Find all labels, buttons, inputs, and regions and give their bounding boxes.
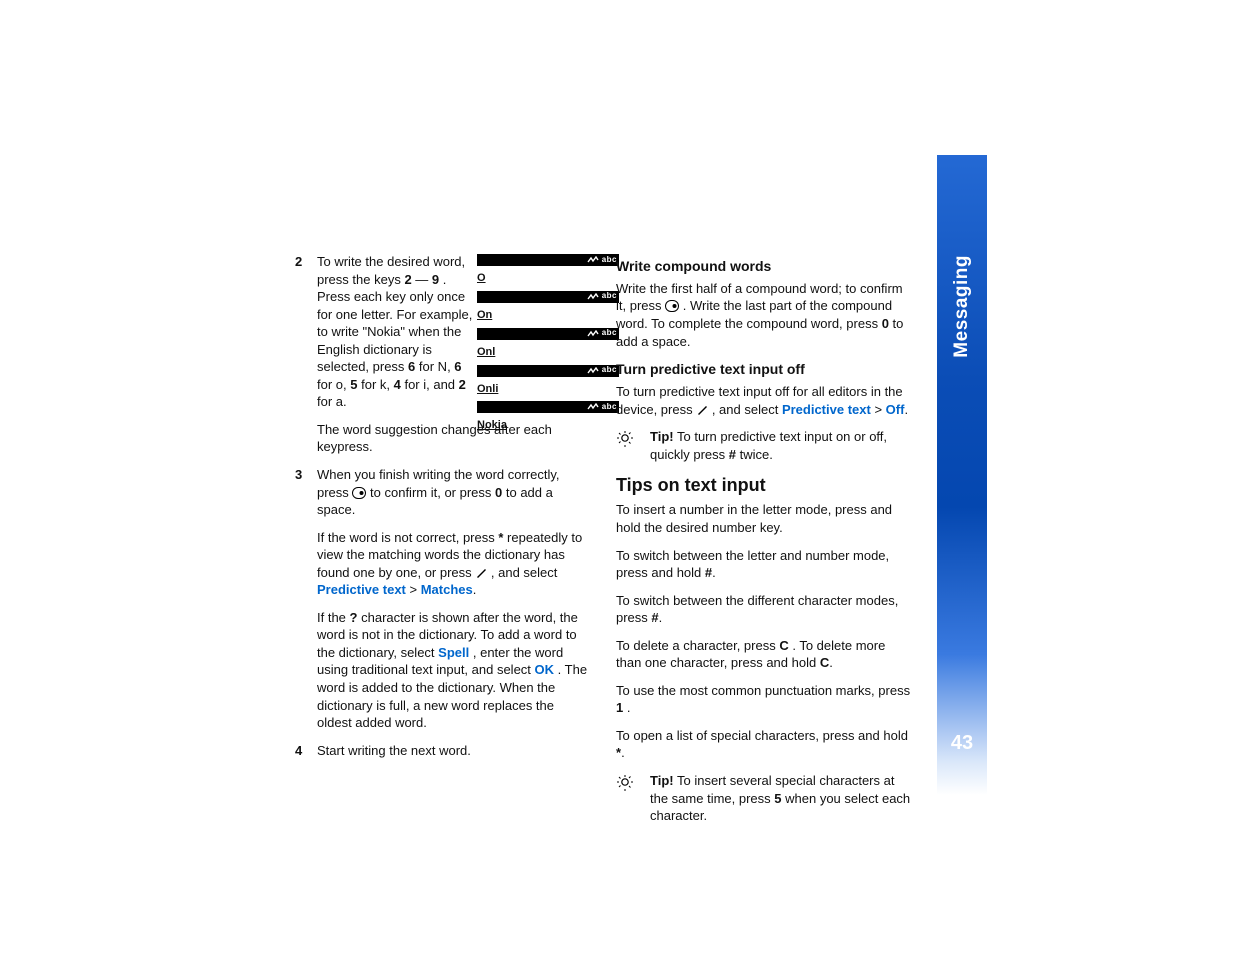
text: for i, and	[401, 377, 459, 392]
key-clear: C	[820, 655, 829, 670]
text: .	[904, 402, 908, 417]
step-3: 3 When you finish writing the word corre…	[295, 466, 590, 732]
key-hash: #	[729, 447, 736, 462]
text: twice.	[740, 447, 773, 462]
text: If the word is not correct, press	[317, 530, 498, 545]
step-3c: If the ? character is shown after the wo…	[317, 609, 590, 732]
text: to confirm it, or press	[370, 485, 495, 500]
text: —	[412, 272, 432, 287]
step-4-text: Start writing the next word.	[317, 743, 471, 758]
tip-text: Tip! To insert several special character…	[650, 772, 911, 825]
text: To use the most common punctuation marks…	[616, 683, 910, 698]
key-9: 9	[432, 272, 439, 287]
text: >	[874, 402, 885, 417]
pen-icon	[475, 567, 487, 579]
text: .	[621, 745, 625, 760]
key-6: 6	[454, 359, 461, 374]
step-4: 4 Start writing the next word.	[295, 742, 590, 760]
key-0: 0	[882, 316, 889, 331]
text: To switch between the letter and number …	[616, 548, 889, 581]
tip-para: To switch between the different characte…	[616, 592, 911, 627]
page-number: 43	[937, 730, 987, 757]
step-2-body: To write the desired word, press the key…	[317, 253, 475, 411]
scroll-right-icon	[665, 300, 679, 312]
pen-icon	[696, 404, 708, 416]
key-2: 2	[404, 272, 411, 287]
step-list: 2 To write the desired word, press the k…	[295, 253, 590, 759]
body-columns: 2 To write the desired word, press the k…	[295, 253, 911, 833]
tip-para: To delete a character, press C . To dele…	[616, 637, 911, 672]
text: for N,	[415, 359, 454, 374]
step-3b: If the word is not correct, press * repe…	[317, 529, 590, 599]
text: To open a list of special characters, pr…	[616, 728, 908, 743]
left-column: 2 To write the desired word, press the k…	[295, 253, 590, 833]
tip-para: To switch between the letter and number …	[616, 547, 911, 582]
key-4: 4	[394, 377, 401, 392]
text: >	[410, 582, 421, 597]
link-ok: OK	[535, 662, 555, 677]
tip-text: Tip! To turn predictive text input on or…	[650, 428, 911, 463]
link-matches: Matches	[421, 582, 473, 597]
text: for o,	[317, 377, 350, 392]
scroll-right-icon	[352, 487, 366, 499]
text: If the	[317, 610, 350, 625]
key-star: *	[498, 530, 503, 545]
text: , and select	[712, 402, 782, 417]
section-title: Messaging	[949, 255, 975, 358]
tip-label: Tip!	[650, 429, 674, 444]
tip-label: Tip!	[650, 773, 674, 788]
key-clear: C	[779, 638, 788, 653]
heading-predictive-off: Turn predictive text input off	[616, 360, 911, 379]
tip-block: Tip! To insert several special character…	[616, 772, 911, 825]
step-number: 4	[295, 742, 302, 760]
predictive-off-text: To turn predictive text input off for al…	[616, 383, 911, 418]
text: , and select	[491, 565, 558, 580]
key-5: 5	[774, 791, 781, 806]
text: .	[473, 582, 477, 597]
question-mark: ?	[350, 610, 358, 625]
heading-compound-words: Write compound words	[616, 257, 911, 276]
text: for k,	[357, 377, 393, 392]
manual-page: Messaging 43 abc O abc On abc Onl abc On…	[0, 0, 1235, 954]
text: To delete a character, press	[616, 638, 779, 653]
step-3a: When you finish writing the word correct…	[317, 466, 590, 519]
tip-block: Tip! To turn predictive text input on or…	[616, 428, 911, 463]
link-predictive-text: Predictive text	[782, 402, 871, 417]
tip-para: To open a list of special characters, pr…	[616, 727, 911, 762]
text: for a.	[317, 394, 347, 409]
side-tab: Messaging	[937, 155, 987, 795]
step-2-suggestion-note: The word suggestion changes after each k…	[317, 421, 590, 456]
link-predictive-text: Predictive text	[317, 582, 406, 597]
compound-words-text: Write the first half of a compound word;…	[616, 280, 911, 350]
step-2: 2 To write the desired word, press the k…	[295, 253, 590, 456]
key-0: 0	[495, 485, 502, 500]
link-off: Off	[886, 402, 905, 417]
right-column: Write compound words Write the first hal…	[616, 253, 911, 833]
text: .	[627, 700, 631, 715]
key-2: 2	[459, 377, 466, 392]
step-number: 3	[295, 466, 302, 484]
text: .	[712, 565, 716, 580]
step-number: 2	[295, 253, 302, 271]
tip-para: To insert a number in the letter mode, p…	[616, 501, 911, 536]
text: .	[829, 655, 833, 670]
key-hash: #	[651, 610, 658, 625]
heading-tips-on-text-input: Tips on text input	[616, 473, 911, 497]
link-spell: Spell	[438, 645, 469, 660]
text: .	[659, 610, 663, 625]
key-1: 1	[616, 700, 623, 715]
tip-icon	[616, 772, 638, 792]
tip-para: To use the most common punctuation marks…	[616, 682, 911, 717]
tip-icon	[616, 428, 638, 448]
